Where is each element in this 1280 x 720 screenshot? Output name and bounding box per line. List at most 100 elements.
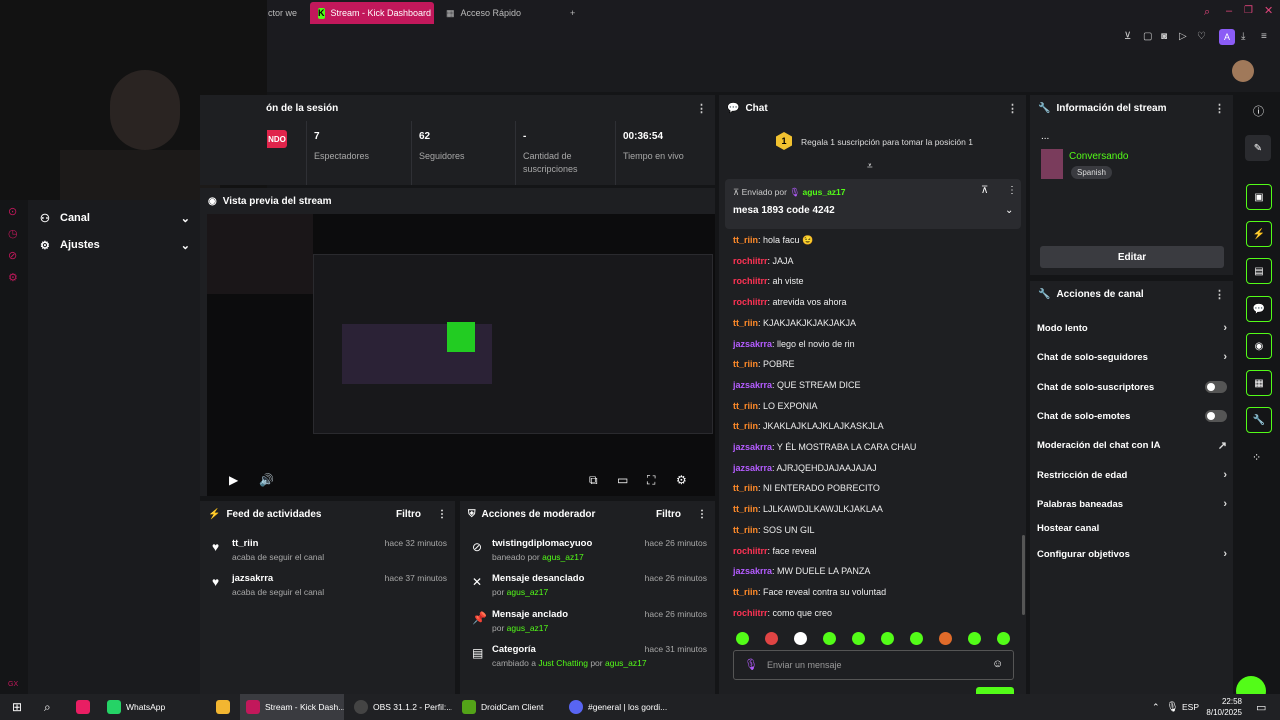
apps-icon[interactable]: ⁘ bbox=[1252, 451, 1261, 464]
emote-icon[interactable] bbox=[823, 632, 836, 645]
unpin-button[interactable]: ⊼ bbox=[981, 185, 988, 196]
chat-input[interactable]: 🎙 Enviar un mensaje ☺ bbox=[733, 650, 1014, 680]
emote-icon[interactable] bbox=[736, 632, 749, 645]
taskbar-discord[interactable]: #general | los gordi... bbox=[563, 694, 667, 720]
emote-icon[interactable] bbox=[910, 632, 923, 645]
file-explorer-icon[interactable] bbox=[210, 694, 241, 720]
settings-icon[interactable]: ⚙ bbox=[676, 473, 687, 487]
send-button[interactable] bbox=[976, 687, 1014, 694]
search-icon[interactable]: ⌕ bbox=[1204, 6, 1210, 19]
close-icon[interactable]: ✕ bbox=[1264, 4, 1273, 17]
channel-action-item[interactable]: Configurar objetivos › bbox=[1037, 548, 1227, 560]
minimize-icon[interactable]: – bbox=[1226, 5, 1232, 17]
chat-username[interactable]: tt_riin bbox=[733, 359, 758, 369]
category-name[interactable]: Conversando bbox=[1069, 151, 1128, 162]
taskbar-droidcam[interactable]: DroidCam Client bbox=[456, 694, 560, 720]
more-icon[interactable]: ⋮ bbox=[1214, 102, 1225, 115]
mod-user[interactable]: agus_az17 bbox=[507, 623, 549, 633]
gift-sub-text[interactable]: Regala 1 suscripción para tomar la posic… bbox=[801, 137, 973, 147]
chevron-down-icon[interactable]: ⌄ bbox=[1005, 205, 1013, 216]
grid-icon[interactable]: ▦ bbox=[1246, 370, 1272, 396]
download-icon[interactable]: ⤓ bbox=[1241, 31, 1245, 42]
rail-settings-icon[interactable]: ⚙ bbox=[8, 271, 18, 284]
clock[interactable]: 22:58 8/10/2025 bbox=[1200, 696, 1242, 718]
chat-username[interactable]: rochiitrr bbox=[733, 297, 768, 307]
chat-username[interactable]: jazsakrra bbox=[733, 566, 772, 576]
mod-category[interactable]: Just Chatting bbox=[538, 658, 588, 668]
feed-user[interactable]: tt_riin bbox=[232, 538, 258, 549]
emote-icon[interactable] bbox=[765, 632, 778, 645]
collapse-icon[interactable]: ⩡ bbox=[867, 161, 873, 172]
channel-action-item[interactable]: Palabras baneadas › bbox=[1037, 498, 1227, 510]
emote-icon[interactable] bbox=[997, 632, 1010, 645]
more-icon[interactable]: ⋮ bbox=[697, 509, 707, 520]
toggle-switch[interactable] bbox=[1205, 381, 1227, 393]
chat-username[interactable]: jazsakrra bbox=[733, 442, 772, 452]
tab-acceso-rapido[interactable]: ▦ Acceso Rápido bbox=[438, 2, 548, 24]
fullscreen-icon[interactable]: ⛶ bbox=[647, 473, 655, 488]
emote-icon[interactable] bbox=[794, 632, 807, 645]
emote-icon[interactable] bbox=[881, 632, 894, 645]
camera-icon[interactable]: ◙ bbox=[1161, 31, 1167, 42]
chat-username[interactable]: jazsakrra bbox=[733, 339, 772, 349]
chat-username[interactable]: jazsakrra bbox=[733, 380, 772, 390]
info-icon[interactable]: ⓘ bbox=[1253, 103, 1264, 119]
document-icon[interactable]: ▤ bbox=[1246, 258, 1272, 284]
edit-icon[interactable]: ✎ bbox=[1245, 135, 1271, 161]
mod-user[interactable]: agus_az17 bbox=[542, 552, 584, 562]
channel-action-item[interactable]: Chat de solo-seguidores › bbox=[1037, 351, 1227, 363]
mod-filter-button[interactable]: Filtro bbox=[656, 509, 681, 520]
windows-start-icon[interactable]: ⊞ bbox=[6, 694, 28, 720]
channel-action-item[interactable]: Moderación del chat con IA ↗ bbox=[1037, 439, 1227, 452]
pin-icon[interactable]: ⊻ bbox=[1124, 31, 1131, 42]
profile-avatar[interactable]: A bbox=[1219, 29, 1235, 45]
feed-filter-button[interactable]: Filtro bbox=[396, 509, 421, 520]
rail-circle-icon[interactable]: ⊙ bbox=[8, 205, 17, 218]
chat-username[interactable]: tt_riin bbox=[733, 483, 758, 493]
volume-icon[interactable]: 🔊 bbox=[259, 473, 274, 487]
emoji-icon[interactable]: ☺ bbox=[992, 658, 1003, 670]
stream-preview-video[interactable]: ▶ 🔊 ⧉ ▭ ⛶ ⚙ bbox=[207, 214, 715, 496]
chat-username[interactable]: tt_riin bbox=[733, 421, 758, 431]
emote-icon[interactable] bbox=[968, 632, 981, 645]
chat-username[interactable]: tt_riin bbox=[733, 525, 758, 535]
new-tab-button[interactable]: + bbox=[562, 2, 583, 24]
channel-action-item[interactable]: Hostear canal bbox=[1037, 523, 1227, 534]
more-icon[interactable]: ⋮ bbox=[1007, 102, 1018, 115]
broadcast-icon[interactable]: ◉ bbox=[1246, 333, 1272, 359]
chat-username[interactable]: rochiitrr bbox=[733, 256, 768, 266]
rail-clock-icon[interactable]: ◷ bbox=[8, 227, 18, 240]
more-icon[interactable]: ⋮ bbox=[1214, 288, 1225, 301]
emote-icon[interactable] bbox=[852, 632, 865, 645]
emote-icon[interactable] bbox=[939, 632, 952, 645]
sidebar-item-ajustes[interactable]: ⚙ Ajustes ⌄ bbox=[40, 239, 190, 252]
notifications-icon[interactable]: ▭ bbox=[1250, 694, 1272, 720]
gx-icon[interactable]: GX bbox=[8, 681, 18, 688]
chat-bubble-icon[interactable]: 💬 bbox=[1246, 296, 1272, 322]
chat-username[interactable]: rochiitrr bbox=[733, 276, 768, 286]
chat-username[interactable]: tt_riin bbox=[733, 318, 758, 328]
chat-username[interactable]: tt_riin bbox=[733, 235, 758, 245]
tiktok-icon[interactable] bbox=[70, 694, 101, 720]
maximize-icon[interactable]: ❐ bbox=[1244, 5, 1253, 16]
channel-action-item[interactable]: Restricción de edad › bbox=[1037, 469, 1227, 481]
feed-user[interactable]: jazsakrra bbox=[232, 573, 273, 584]
pip-icon[interactable]: ⧉ bbox=[589, 473, 598, 488]
chat-username[interactable]: tt_riin bbox=[733, 587, 758, 597]
taskbar-whatsapp[interactable]: WhatsApp bbox=[101, 694, 199, 720]
heart-icon[interactable]: ♡ bbox=[1197, 31, 1206, 42]
rail-link-icon[interactable]: ⊘ bbox=[8, 249, 17, 262]
mod-user[interactable]: agus_az17 bbox=[507, 587, 549, 597]
edit-button[interactable]: Editar bbox=[1040, 246, 1224, 268]
dashboard-icon[interactable]: ▣ bbox=[1246, 184, 1272, 210]
taskbar-obs[interactable]: OBS 31.1.2 - Perfil:... bbox=[348, 694, 452, 720]
more-icon[interactable]: ⋮ bbox=[1007, 185, 1017, 196]
wrench-icon[interactable]: 🔧 bbox=[1246, 407, 1272, 433]
pinned-user[interactable]: agus_az17 bbox=[803, 187, 846, 197]
sidebar-item-canal[interactable]: ⚇ Canal ⌄ bbox=[40, 212, 190, 225]
channel-action-item[interactable]: Modo lento › bbox=[1037, 322, 1227, 334]
user-avatar[interactable] bbox=[1232, 60, 1254, 82]
chat-username[interactable]: jazsakrra bbox=[733, 463, 772, 473]
menu-icon[interactable]: ≡ bbox=[1261, 31, 1267, 42]
chat-username[interactable]: tt_riin bbox=[733, 504, 758, 514]
